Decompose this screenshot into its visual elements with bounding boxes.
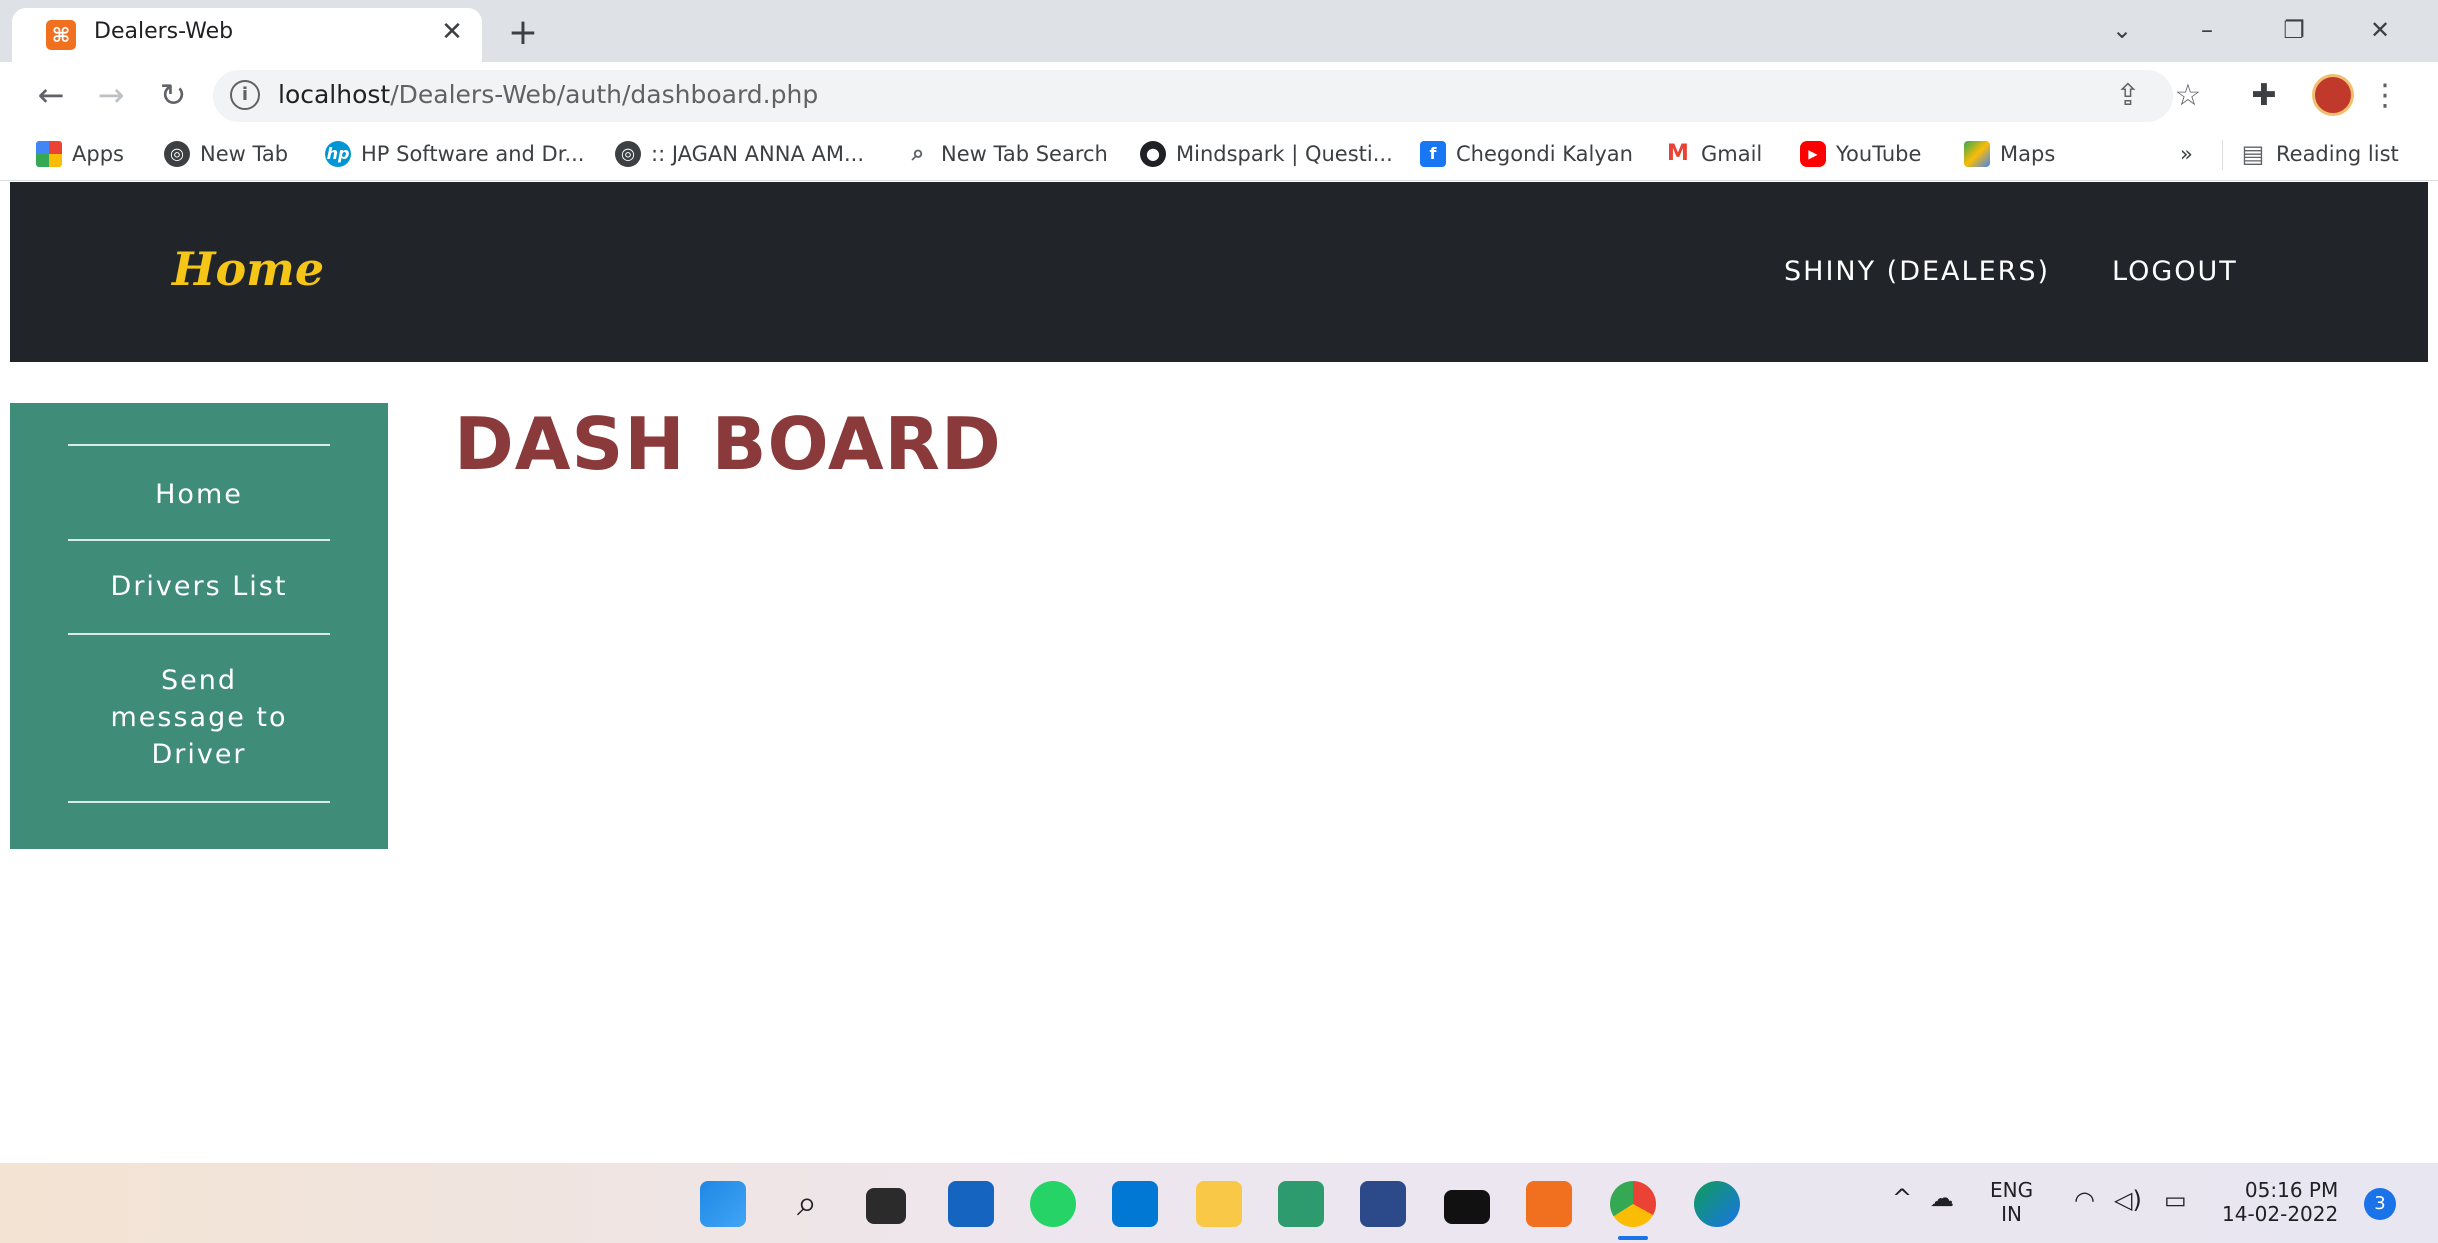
tab-search-icon[interactable]: ⌄ [2100,8,2144,52]
sidebar-divider [68,801,330,803]
onedrive-cloud-icon[interactable]: ☁ [1930,1186,1954,1210]
language-code: ENG [1990,1178,2034,1202]
xampp-favicon-icon: ⌘ [46,20,76,50]
new-tab-button[interactable]: + [503,13,543,53]
reading-list-icon: ▤ [2241,140,2265,168]
apps-grid-icon [36,141,62,167]
xampp-icon[interactable] [1526,1181,1572,1227]
share-icon[interactable]: ⇪ [2108,76,2148,116]
edge-icon[interactable] [1694,1181,1740,1227]
reading-list-button[interactable]: ▤ Reading list [2240,136,2399,172]
maps-icon [1964,141,1990,167]
profile-avatar[interactable] [2312,74,2354,116]
reload-icon[interactable]: ↻ [150,72,196,118]
site-info-icon[interactable]: i [230,80,260,110]
wifi-icon[interactable]: ◠ [2074,1188,2095,1212]
bookmark-label: New Tab [200,142,289,166]
brand-home-link[interactable]: Home [172,242,324,296]
sidebar-item-send-message[interactable]: Send message to Driver [68,662,330,773]
whatsapp-icon[interactable] [1030,1181,1076,1227]
clock[interactable]: 05:16 PM 14-02-2022 [2222,1178,2338,1226]
mail-app-icon[interactable] [1112,1181,1158,1227]
sidebar-divider [68,444,330,446]
microsoft-store-icon[interactable] [1360,1181,1406,1227]
mindspark-icon: ● [1140,141,1166,167]
region-code: IN [2001,1202,2022,1226]
task-view-icon[interactable] [866,1188,906,1224]
close-tab-icon[interactable]: ✕ [434,14,470,50]
bookmark-label: Mindspark | Questi... [1176,142,1393,166]
bookmark-label: :: JAGAN ANNA AM... [651,142,865,166]
bookmark-divider [2222,140,2223,170]
bookmark-hp-software[interactable]: hp HP Software and Dr... [325,136,584,172]
menu-kebab-icon[interactable]: ⋮ [2365,76,2405,116]
bookmark-label: Maps [2000,142,2056,166]
bookmark-maps[interactable]: Maps [1964,136,2055,172]
clock-date: 14-02-2022 [2222,1202,2339,1226]
bookmark-label: New Tab Search [941,142,1108,166]
facebook-icon: f [1420,141,1446,167]
active-app-indicator [1618,1236,1648,1240]
gmail-icon: M [1667,141,1689,166]
bookmark-jagan-anna[interactable]: ◎ :: JAGAN ANNA AM... [615,136,864,172]
widgets-icon[interactable] [948,1181,994,1227]
chrome-icon[interactable] [1610,1181,1656,1227]
bookmark-label: HP Software and Dr... [361,142,585,166]
minimize-icon[interactable]: – [2185,8,2229,52]
language-indicator[interactable]: ENG IN [1990,1178,2033,1226]
bookmark-youtube[interactable]: ▶ YouTube [1800,136,1921,172]
close-window-icon[interactable]: ✕ [2358,8,2402,52]
volume-icon[interactable]: ◁) [2114,1188,2142,1212]
more-bookmarks-button[interactable]: » [2180,136,2193,172]
bookmark-new-tab[interactable]: ◎ New Tab [164,136,288,172]
logout-link[interactable]: LOGOUT [2112,256,2238,287]
youtube-icon: ▶ [1800,141,1826,167]
bookmark-label: Gmail [1701,142,1763,166]
battery-icon[interactable]: ▭ [2164,1188,2187,1212]
sidebar-divider [68,539,330,541]
back-icon[interactable]: ← [28,72,74,118]
forward-icon[interactable]: → [88,72,134,118]
bookmark-gmail[interactable]: M Gmail [1665,136,1762,172]
bookmark-label: YouTube [1836,142,1922,166]
file-explorer-icon[interactable] [1196,1181,1242,1227]
site-navbar [10,182,2428,362]
restore-icon[interactable]: ❐ [2272,8,2316,52]
search-icon[interactable]: ⌕ [784,1181,830,1227]
bookmark-label: Chegondi Kalyan [1456,142,1633,166]
globe-icon: ◎ [164,141,190,167]
clock-time: 05:16 PM [2244,1178,2339,1202]
sidebar-item-home[interactable]: Home [68,476,330,513]
notification-badge[interactable]: 3 [2364,1188,2396,1220]
user-account-link[interactable]: SHINY (DEALERS) [1784,256,2050,287]
tab-title: Dealers-Web [94,19,234,44]
extensions-icon[interactable]: ✚ [2244,76,2284,116]
bookmark-new-tab-search[interactable]: ⌕ New Tab Search [905,136,1108,172]
sidebar-item-drivers-list[interactable]: Drivers List [68,568,330,605]
start-windows-icon[interactable] [700,1181,746,1227]
sidebar [10,403,388,849]
page-title: DASH BOARD [454,402,1002,486]
sidebar-divider [68,633,330,635]
search-icon: ⌕ [911,141,925,166]
bookmark-apps[interactable]: Apps [36,136,124,172]
photos-icon[interactable] [1278,1181,1324,1227]
bookmark-label: Apps [72,142,124,166]
hp-icon: hp [325,141,351,167]
globe-icon: ◎ [615,141,641,167]
show-hidden-icons[interactable]: ^ [1892,1186,1912,1210]
bookmark-star-icon[interactable]: ☆ [2168,76,2208,116]
terminal-icon[interactable] [1444,1190,1490,1224]
bookmark-mindspark[interactable]: ● Mindspark | Questi... [1140,136,1393,172]
reading-list-label: Reading list [2276,142,2399,166]
bookmark-chegondi-kalyan[interactable]: f Chegondi Kalyan [1420,136,1633,172]
browser-tab[interactable] [12,8,482,62]
url-text[interactable]: localhost/Dealers-Web/auth/dashboard.php [278,80,818,109]
